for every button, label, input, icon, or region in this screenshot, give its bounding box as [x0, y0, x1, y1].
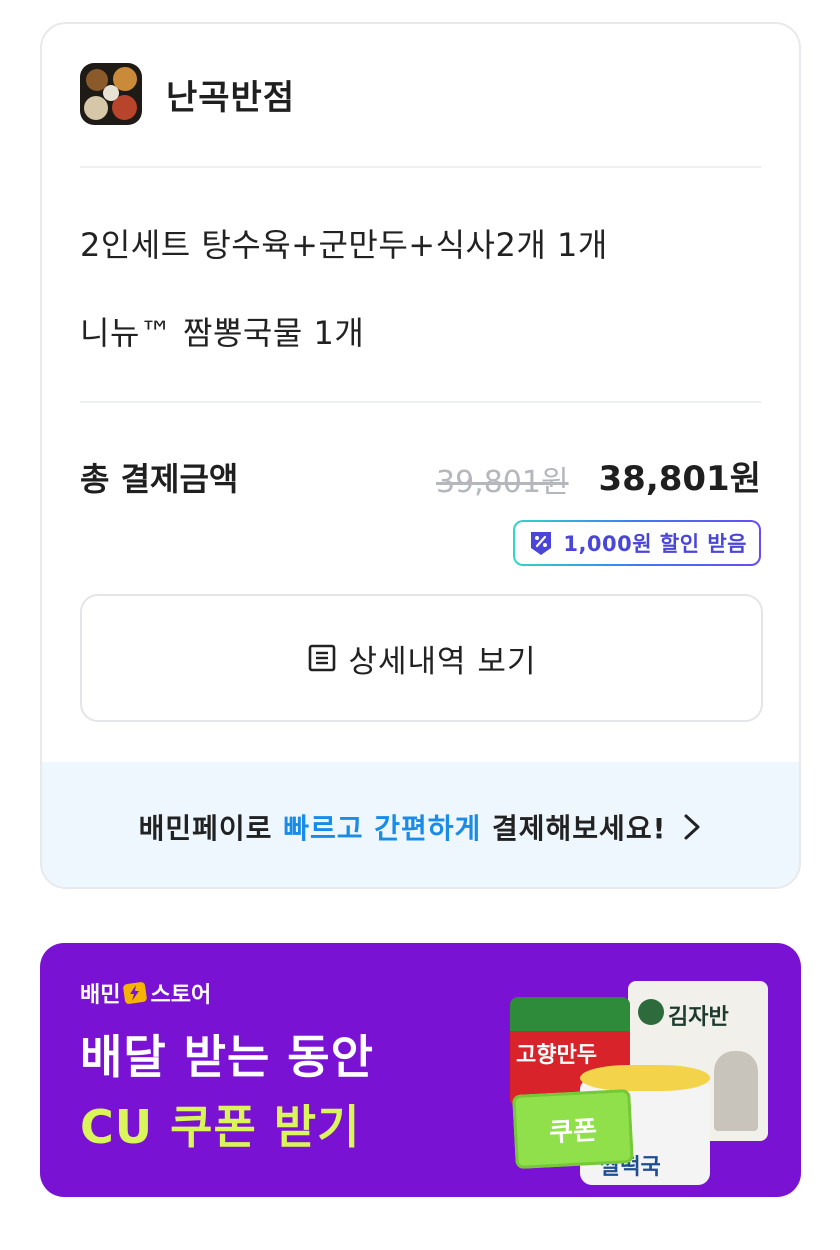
divider [80, 166, 761, 168]
coupon-tag: 쿠폰 [512, 1088, 634, 1170]
discount-coupon-icon [531, 532, 552, 555]
original-price: 39,801원 [436, 465, 569, 500]
pay-banner-highlight: 빠르고 간편하게 [283, 811, 482, 845]
baemin-store-logo: 배민 스토어 [80, 977, 211, 1009]
baemin-pay-banner[interactable]: 배민페이로 빠르고 간편하게 결제해보세요! [42, 762, 799, 887]
final-price: 38,801원 [598, 459, 761, 499]
store-name: 난곡반점 [166, 77, 296, 118]
chevron-right-icon [684, 814, 700, 839]
discount-badge: 1,000원 할인 받음 [513, 520, 761, 566]
bolt-icon [123, 982, 148, 1004]
product-label: 김자반 [668, 1005, 729, 1030]
product-label: 고향만두 [516, 1043, 597, 1068]
total-payment-label: 총 결제금액 [80, 460, 239, 498]
receipt-icon [308, 644, 335, 672]
promo-title: 배달 받는 동안 [80, 1030, 374, 1084]
store-header[interactable]: 난곡반점 [80, 62, 295, 126]
discount-text: 1,000원 할인 받음 [563, 532, 747, 556]
store-thumbnail [80, 63, 142, 125]
view-details-button[interactable]: 상세내역 보기 [80, 594, 763, 722]
divider [80, 401, 761, 403]
menu-item: 니뉴™ 짬뽕국물 1개 [80, 314, 365, 352]
promo-subtitle: CU 쿠폰 받기 [80, 1100, 361, 1154]
order-summary-card: 난곡반점 2인세트 탕수육+군만두+식사2개 1개 니뉴™ 짬뽕국물 1개 총 … [40, 22, 801, 889]
cu-coupon-promo-banner[interactable]: 배민 스토어 배달 받는 동안 CU 쿠폰 받기 김자반 고향만두 쌀떡국 쿠폰 [40, 943, 801, 1197]
view-details-label: 상세내역 보기 [348, 643, 537, 680]
coupon-label: 쿠폰 [548, 1115, 598, 1148]
pay-banner-text: 배민페이로 빠르고 간편하게 결제해보세요! [138, 811, 667, 845]
menu-item: 2인세트 탕수육+군만두+식사2개 1개 [80, 226, 608, 264]
